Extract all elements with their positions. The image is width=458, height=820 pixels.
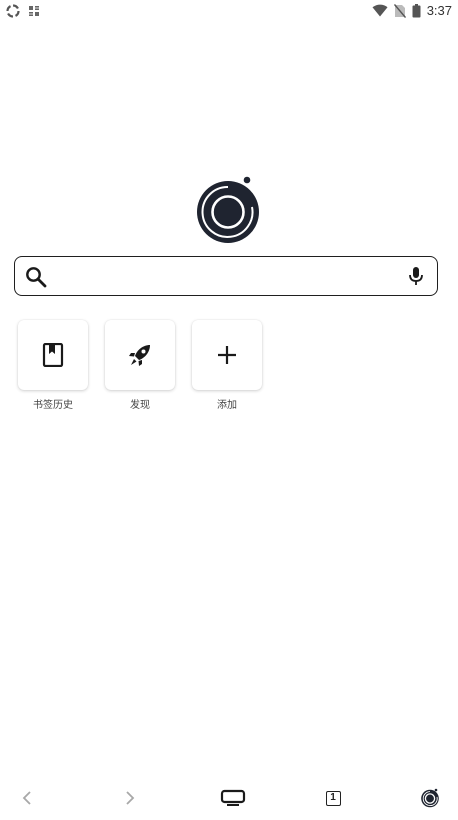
browser-logo-icon xyxy=(197,176,259,243)
status-time: 3:37 xyxy=(426,3,452,18)
search-input[interactable] xyxy=(55,263,399,291)
wifi-icon xyxy=(372,4,388,17)
browser-logo-small-icon xyxy=(421,788,439,808)
search-bar[interactable] xyxy=(14,256,438,296)
tile-add[interactable]: 添加 xyxy=(191,320,263,411)
tile-bookmark-history[interactable]: 书签历史 xyxy=(17,320,89,411)
tile-label: 添加 xyxy=(217,400,237,411)
tile-discover[interactable]: 发现 xyxy=(104,320,176,411)
tab-count: 1 xyxy=(325,790,341,806)
tile-box-bookmark-history[interactable] xyxy=(18,320,88,390)
tile-label: 发现 xyxy=(130,400,150,411)
menu-button[interactable] xyxy=(219,786,247,810)
no-sim-icon xyxy=(393,3,406,18)
battery-icon xyxy=(412,3,421,17)
bookmark-book-icon xyxy=(42,343,64,367)
bottom-nav: 1 xyxy=(0,782,458,814)
tile-label: 书签历史 xyxy=(33,400,73,411)
chevron-right-icon xyxy=(126,791,135,805)
app-notification-icon xyxy=(6,4,20,18)
tile-box-add[interactable] xyxy=(192,320,262,390)
status-bar: 3:37 xyxy=(0,0,458,24)
chevron-left-icon xyxy=(22,791,31,805)
notification-grid-icon xyxy=(29,6,39,16)
tabs-button[interactable]: 1 xyxy=(319,786,347,810)
tile-box-discover[interactable] xyxy=(105,320,175,390)
tv-menu-icon xyxy=(220,789,246,806)
rocket-icon xyxy=(129,345,150,366)
browser-logo xyxy=(194,176,262,244)
status-left xyxy=(6,4,40,18)
home-button[interactable] xyxy=(416,786,444,810)
microphone-icon[interactable] xyxy=(405,265,427,287)
search-icon[interactable] xyxy=(25,266,47,288)
status-right: 3:37 xyxy=(372,3,452,18)
plus-icon xyxy=(218,346,236,364)
forward-button[interactable] xyxy=(116,786,144,810)
back-button[interactable] xyxy=(13,786,41,810)
